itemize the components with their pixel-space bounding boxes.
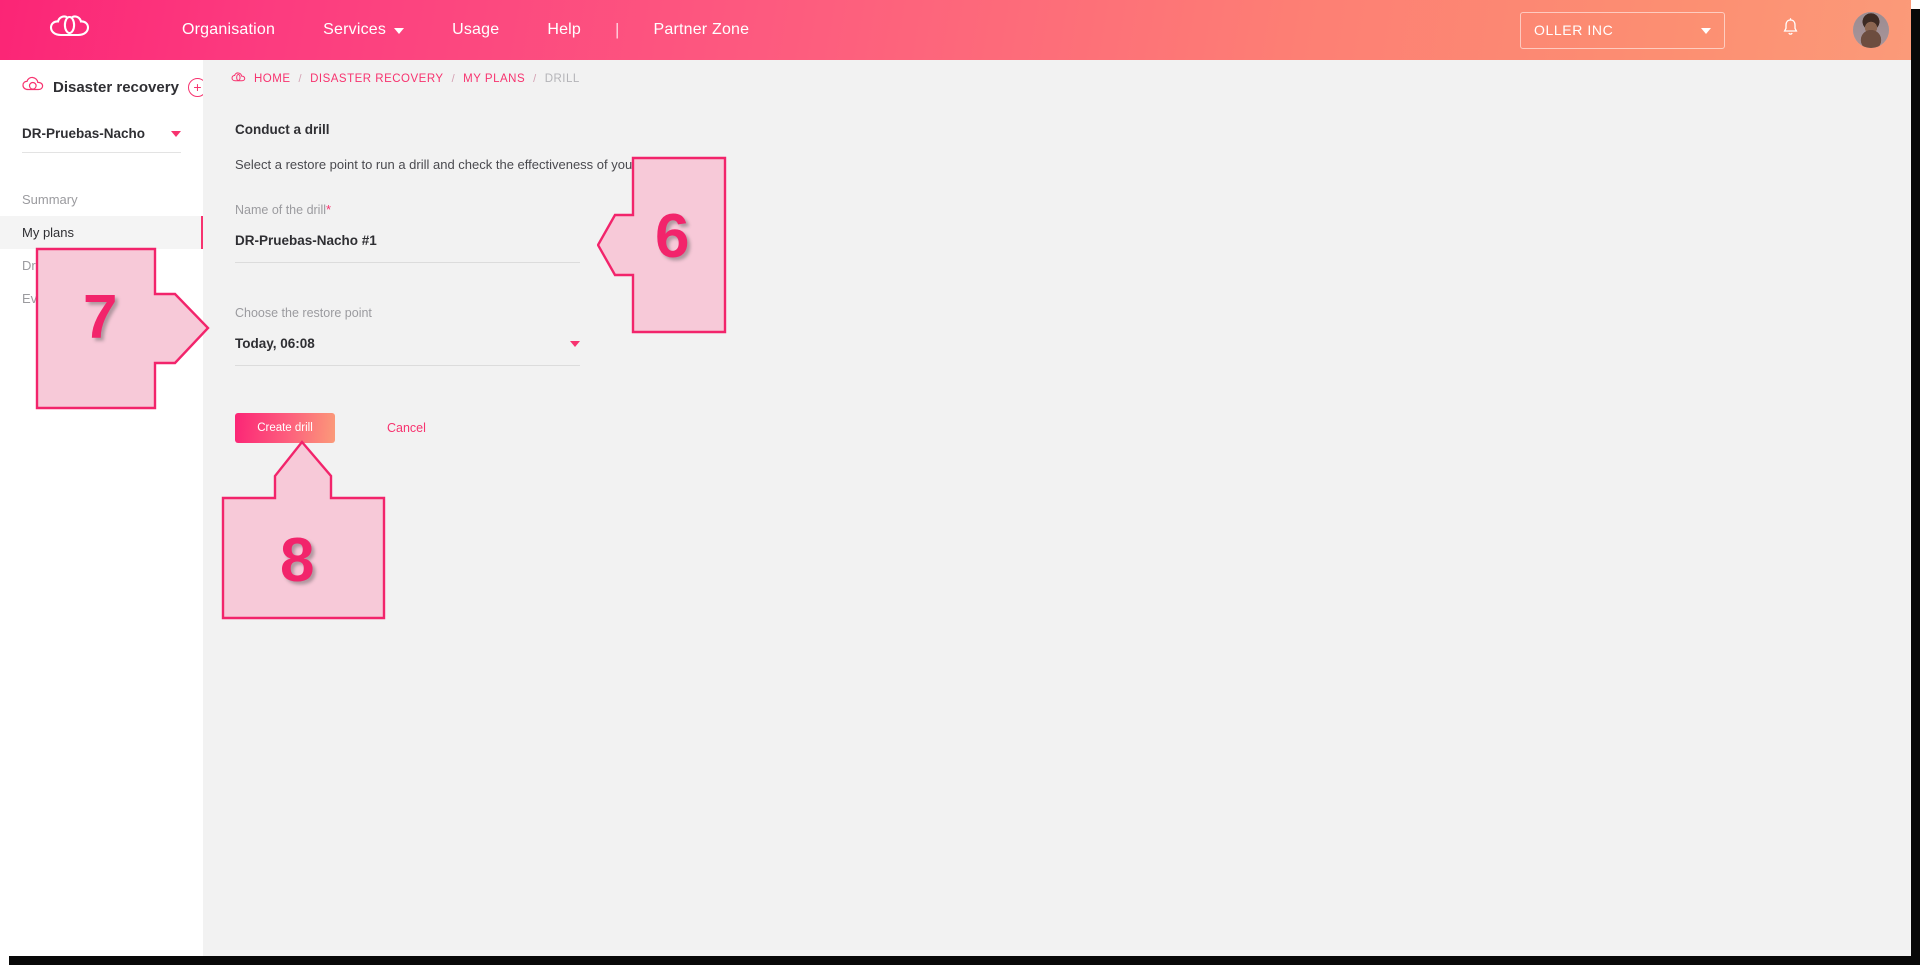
nav-item-label: Help [547,21,582,38]
nav-item-partner-zone[interactable]: Partner Zone [629,21,773,39]
top-navigation-bar: Organisation Services Usage Help | Partn… [0,0,1911,60]
restore-point-label: Choose the restore point [235,306,372,320]
sidebar-item-label: My plans [22,225,75,240]
organisation-selector[interactable]: OLLER INC [1520,11,1725,49]
drill-name-label: Name of the drill* [235,202,580,217]
user-avatar-image [1853,12,1889,48]
sidebar-item-drills[interactable]: Drills [0,249,203,282]
chevron-down-icon [394,28,405,34]
form-actions: Create drill Cancel [235,413,1911,443]
page-title: Disaster recovery [53,78,179,96]
sidebar-item-label: Events [22,291,62,306]
avatar[interactable] [1853,12,1889,48]
nav-item-label: Usage [452,21,500,38]
chevron-down-icon [570,340,580,347]
browser-page: Organisation Services Usage Help | Partn… [0,0,1911,956]
nav-item-label: Organisation [182,21,276,38]
breadcrumb-separator: / [533,73,537,85]
nav-item-help[interactable]: Help [523,21,605,39]
restore-point-dropdown[interactable]: Today, 06:08 [235,336,580,366]
restore-point-value: Today, 06:08 [235,336,315,351]
chevron-down-icon [1701,28,1711,34]
nav-item-organisation[interactable]: Organisation [158,21,299,39]
drill-form: Conduct a drill Select a restore point t… [203,86,1911,443]
sidebar-item-label: Summary [22,192,78,207]
cloud-logo-icon [49,14,91,46]
nav-separator: | [615,20,620,39]
main-menu: Organisation Services Usage Help | Partn… [158,20,773,40]
sidebar: Disaster recovery + DR-Pruebas-Nacho Sum… [0,60,207,956]
notification-bell-icon [1782,18,1799,42]
form-spacer [235,263,1911,306]
cancel-button[interactable]: Cancel [387,421,426,435]
plan-selector-value: DR-Pruebas-Nacho [22,126,146,141]
nav-item-usage[interactable]: Usage [428,21,523,39]
main-content: HOME / DISASTER RECOVERY / MY PLANS / DR… [203,60,1911,956]
drill-name-input-row [235,233,580,263]
sidebar-item-events[interactable]: Events [0,282,203,315]
chevron-down-icon [171,130,181,137]
nav-item-services[interactable]: Services [299,21,428,39]
plan-selector[interactable]: DR-Pruebas-Nacho [22,126,181,153]
organisation-selector-value: OLLER INC [1534,22,1614,38]
create-drill-button[interactable]: Create drill [235,413,335,443]
sidebar-item-summary[interactable]: Summary [0,183,203,216]
notifications-button[interactable] [1773,13,1807,47]
breadcrumb-item-my-plans[interactable]: MY PLANS [463,73,525,85]
breadcrumb: HOME / DISASTER RECOVERY / MY PLANS / DR… [203,60,1911,86]
brand-logo[interactable] [0,14,140,46]
nav-item-label: Partner Zone [653,21,750,38]
sidebar-header: Disaster recovery + [0,60,207,98]
sidebar-item-label: Drills [22,258,51,273]
drill-name-field-group: Name of the drill* [235,202,580,263]
form-title: Conduct a drill [235,122,330,137]
topbar-right-controls: OLLER INC [1520,0,1911,60]
cloud-home-icon[interactable] [231,72,246,86]
required-marker: * [326,202,332,217]
breadcrumb-item-disaster-recovery[interactable]: DISASTER RECOVERY [310,73,444,85]
breadcrumb-separator: / [298,73,303,85]
form-subtitle: Select a restore point to run a drill an… [235,157,665,172]
breadcrumb-separator: / [451,73,456,85]
screenshot-root: Organisation Services Usage Help | Partn… [0,0,1929,973]
disaster-recovery-cloud-icon [22,76,44,98]
drill-name-label-text: Name of the drill [235,203,327,217]
drill-name-input[interactable] [235,233,580,248]
sidebar-nav: Summary My plans Drills Events [0,183,203,315]
breadcrumb-item-drill: DRILL [544,73,580,85]
restore-point-field-group: Choose the restore point Today, 06:08 [235,306,580,366]
nav-item-label: Services [323,21,387,38]
breadcrumb-item-home[interactable]: HOME [254,73,291,85]
sidebar-item-my-plans[interactable]: My plans [0,216,203,249]
